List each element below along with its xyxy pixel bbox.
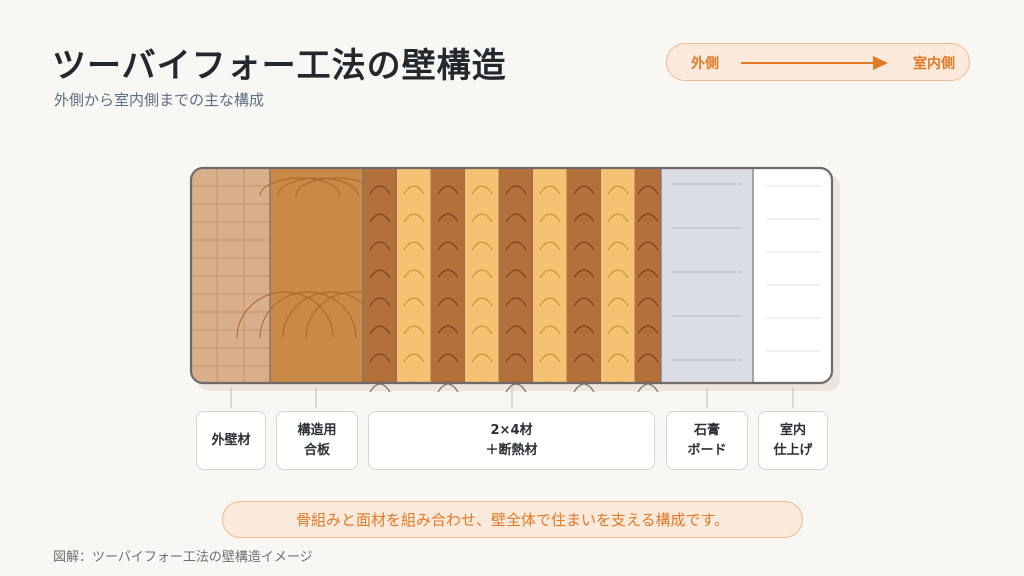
label-gypsum: 石膏 ボード (666, 411, 748, 470)
label-gypsum-line-1: 石膏 (693, 422, 720, 438)
label-studs-line-1: 2×4材 (490, 422, 533, 438)
label-plywood-line-1: 構造用 (297, 422, 337, 438)
label-interior-line-1: 室内 (779, 422, 806, 438)
summary-note: 骨組みと面材を組み合わせ、壁全体で住まいを支える構成です。 (222, 501, 803, 538)
label-exterior-line-1: 外壁材 (211, 432, 251, 448)
insulation (533, 168, 567, 383)
label-studs-line-2: ＋断熱材 (485, 442, 538, 458)
label-interior: 室内 仕上げ (758, 411, 828, 470)
stud (567, 168, 601, 383)
insulation (465, 168, 499, 383)
layer-plywood (270, 168, 363, 383)
label-interior-line-2: 仕上げ (773, 442, 813, 458)
label-studs: 2×4材 ＋断熱材 (368, 411, 655, 470)
stud (363, 168, 397, 383)
insulation (601, 168, 635, 383)
layer-studs-insulation (363, 168, 661, 383)
stud (499, 168, 533, 383)
figure-caption: 図解：ツーバイフォー工法の壁構造イメージ (53, 550, 313, 565)
insulation (397, 168, 431, 383)
label-plywood: 構造用 合板 (276, 411, 358, 470)
stud (635, 168, 661, 383)
stud (431, 168, 465, 383)
layer-gypsum (661, 168, 753, 383)
label-gypsum-line-2: ボード (687, 442, 727, 458)
label-exterior: 外壁材 (196, 411, 266, 470)
label-plywood-line-2: 合板 (303, 442, 330, 458)
